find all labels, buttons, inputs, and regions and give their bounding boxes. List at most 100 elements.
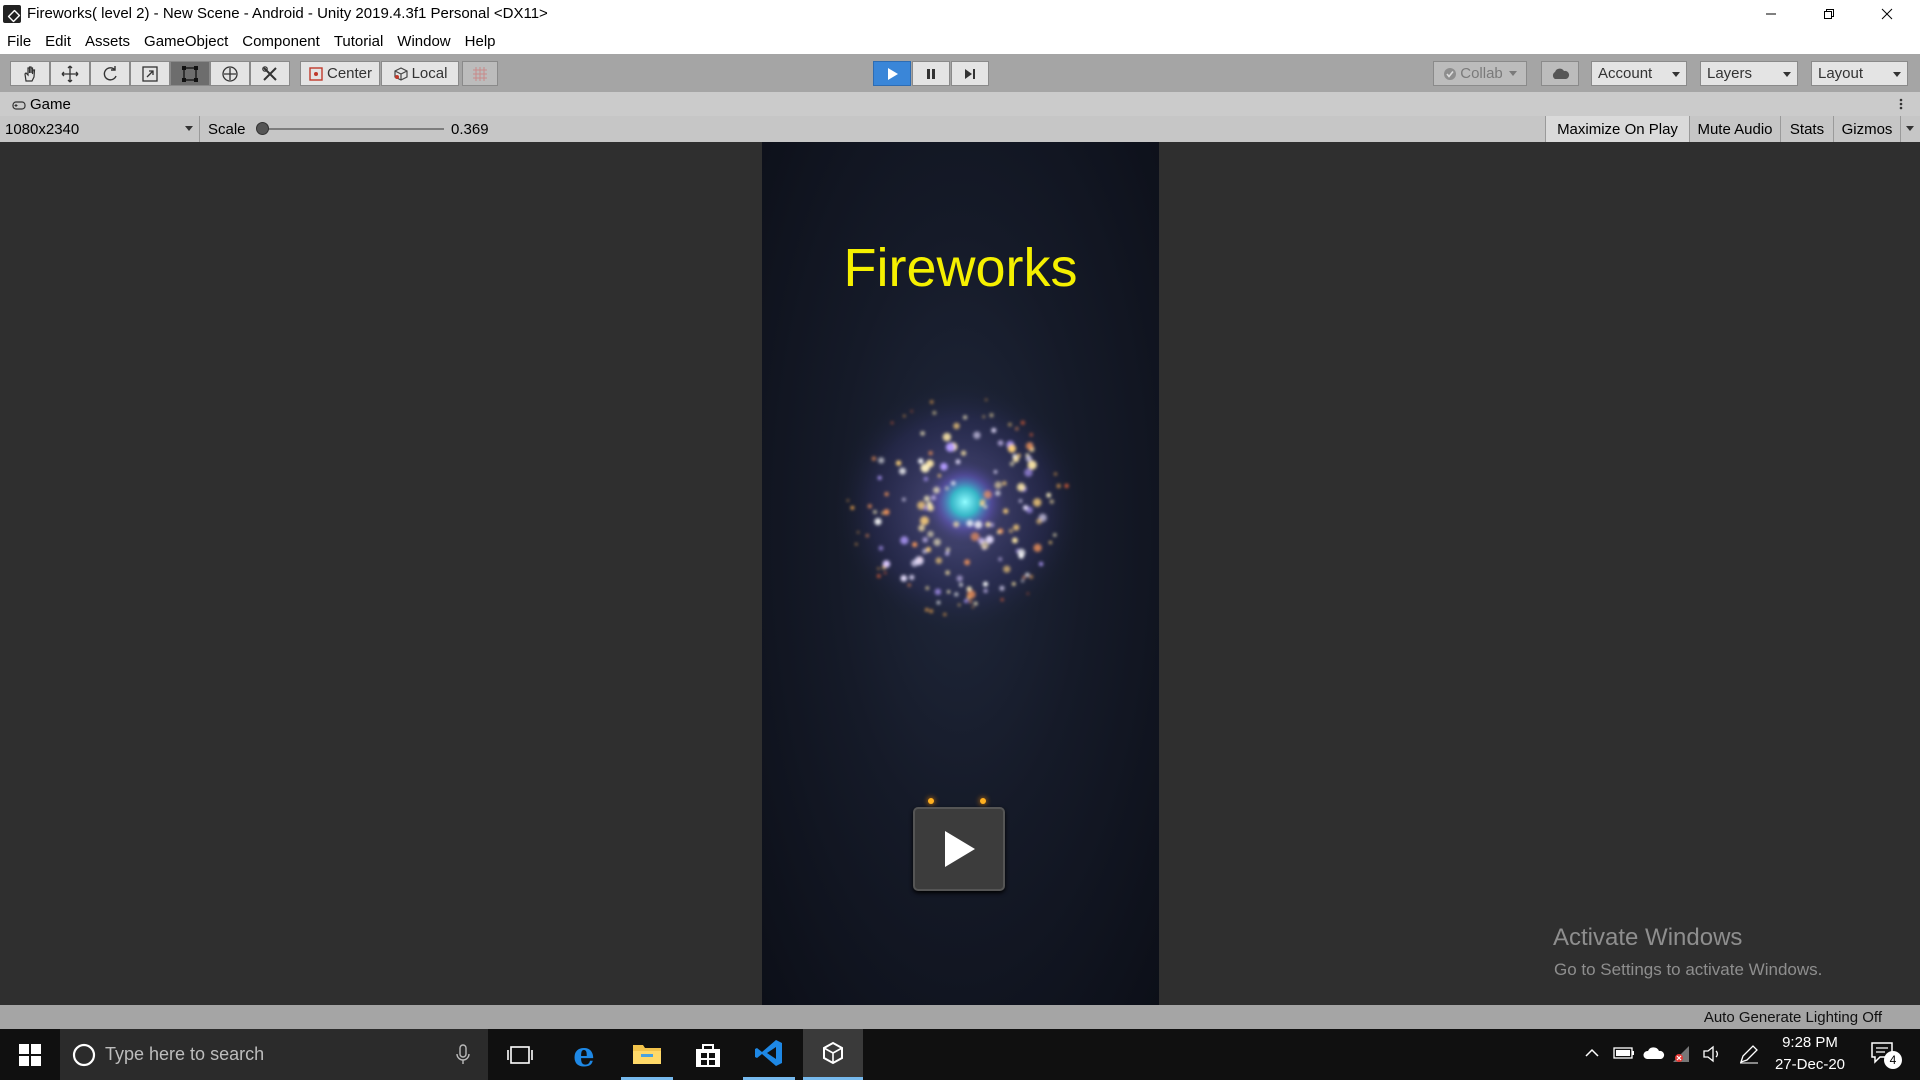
menu-file[interactable]: File <box>0 33 38 50</box>
firework-spark <box>953 422 960 430</box>
clock-time[interactable]: 9:28 PM <box>1770 1034 1850 1051</box>
firework-spark <box>973 601 978 606</box>
start-button[interactable] <box>0 1029 60 1080</box>
firework-spark <box>883 509 890 516</box>
task-view-button[interactable] <box>494 1029 546 1080</box>
scale-tool-button[interactable] <box>130 61 170 86</box>
folder-icon <box>633 1045 661 1064</box>
resolution-dropdown[interactable]: 1080x2340 <box>0 116 200 142</box>
firework-spark <box>997 440 1004 446</box>
firework-spark <box>884 492 889 497</box>
close-icon <box>1881 8 1893 20</box>
chevron-down-icon <box>1508 71 1517 76</box>
custom-tool-button[interactable] <box>250 61 290 86</box>
menu-edit[interactable]: Edit <box>38 33 78 50</box>
menu-component[interactable]: Component <box>235 33 327 50</box>
layers-dropdown[interactable]: Layers <box>1700 61 1798 86</box>
clock-date[interactable]: 27-Dec-20 <box>1770 1056 1850 1073</box>
taskbar-vscode[interactable] <box>743 1029 795 1080</box>
menu-gameobject[interactable]: GameObject <box>137 33 235 50</box>
tab-game[interactable]: Game <box>4 93 81 116</box>
firework-spark <box>1022 575 1026 580</box>
restore-button[interactable] <box>1800 0 1858 28</box>
firework-spark <box>1008 422 1012 427</box>
menu-help[interactable]: Help <box>458 33 503 50</box>
firework-spark <box>957 603 961 607</box>
resolution-label: 1080x2340 <box>5 120 80 138</box>
cortana-icon <box>72 1043 96 1067</box>
layers-label: Layers <box>1707 65 1753 82</box>
gizmos-dropdown[interactable] <box>1900 116 1920 142</box>
pause-button[interactable] <box>912 61 950 86</box>
firework-spark <box>1033 543 1042 552</box>
firework-spark <box>900 536 909 545</box>
firework-spark <box>1064 483 1069 488</box>
firework-spark <box>959 583 963 587</box>
rect-tool-button[interactable] <box>170 61 210 86</box>
maximize-on-play-toggle[interactable]: Maximize On Play <box>1545 116 1689 142</box>
menu-assets[interactable]: Assets <box>78 33 137 50</box>
transform-tool-button[interactable] <box>210 61 250 86</box>
firework-spark <box>964 559 970 566</box>
onedrive-icon[interactable] <box>1643 1046 1665 1060</box>
hand-tool-button[interactable] <box>10 61 50 86</box>
firework-spark <box>910 410 913 413</box>
stats-toggle[interactable]: Stats <box>1780 116 1833 142</box>
menu-tutorial[interactable]: Tutorial <box>327 33 390 50</box>
taskbar-unity[interactable] <box>803 1029 863 1080</box>
chevron-up-icon[interactable] <box>1584 1047 1600 1059</box>
firework-spark <box>1029 433 1033 437</box>
grid-snap-icon <box>473 66 487 81</box>
check-icon <box>1444 67 1457 80</box>
taskbar-file-explorer[interactable] <box>621 1029 673 1080</box>
search-box[interactable]: Type here to search <box>60 1029 488 1080</box>
pen-workspace-icon[interactable] <box>1738 1043 1760 1065</box>
pivot-space-button[interactable]: Local <box>381 61 459 86</box>
firework-spark <box>902 497 906 502</box>
firework-spark <box>1012 537 1018 544</box>
layout-dropdown[interactable]: Layout <box>1811 61 1908 86</box>
main-toolbar: Center Local Collab Account Layers Layou… <box>0 54 1920 92</box>
action-center-button[interactable]: 4 <box>1864 1029 1920 1080</box>
menu-window[interactable]: Window <box>390 33 457 50</box>
tab-menu-button[interactable] <box>1896 95 1906 113</box>
firework-spark <box>929 609 934 614</box>
step-button[interactable] <box>951 61 989 86</box>
taskbar-edge[interactable]: e <box>558 1029 610 1080</box>
firework-spark <box>1053 533 1057 537</box>
gizmos-toggle[interactable]: Gizmos <box>1833 116 1900 142</box>
mute-audio-toggle[interactable]: Mute Audio <box>1689 116 1780 142</box>
pivot-mode-button[interactable]: Center <box>300 61 380 86</box>
snap-toggle-button[interactable] <box>462 61 498 86</box>
volume-icon[interactable] <box>1702 1045 1724 1063</box>
firework-spark <box>940 462 948 471</box>
network-icon[interactable] <box>1671 1044 1693 1064</box>
firework-spark <box>930 400 934 404</box>
pivot-center-icon <box>309 66 323 81</box>
firework-spark <box>1036 518 1042 525</box>
close-button[interactable] <box>1858 0 1916 28</box>
game-play-button[interactable] <box>913 807 1005 891</box>
collab-button[interactable]: Collab <box>1433 61 1527 86</box>
minimize-button[interactable] <box>1742 0 1800 28</box>
firework-spark <box>994 481 1002 489</box>
cloud-button[interactable] <box>1541 61 1579 86</box>
pivot-mode-label: Center <box>326 65 373 82</box>
battery-icon[interactable] <box>1613 1046 1635 1060</box>
store-icon <box>696 1043 720 1067</box>
game-screen[interactable]: Fireworks <box>762 142 1159 1005</box>
firework-spark <box>1039 561 1044 567</box>
firework-spark <box>956 575 963 582</box>
firework-spark <box>967 590 976 599</box>
account-dropdown[interactable]: Account <box>1591 61 1687 86</box>
windows-taskbar: Type here to search e 9:28 PM 27-Dec-20 … <box>0 1029 1920 1080</box>
scale-slider-thumb[interactable] <box>256 122 269 135</box>
scale-icon <box>142 65 158 82</box>
play-button[interactable] <box>873 61 911 86</box>
firework-spark <box>993 470 998 474</box>
taskbar-store[interactable] <box>682 1029 734 1080</box>
scale-slider-track[interactable] <box>262 128 444 130</box>
rotate-tool-button[interactable] <box>90 61 130 86</box>
status-text: Auto Generate Lighting Off <box>1703 1009 1882 1026</box>
move-tool-button[interactable] <box>50 61 90 86</box>
